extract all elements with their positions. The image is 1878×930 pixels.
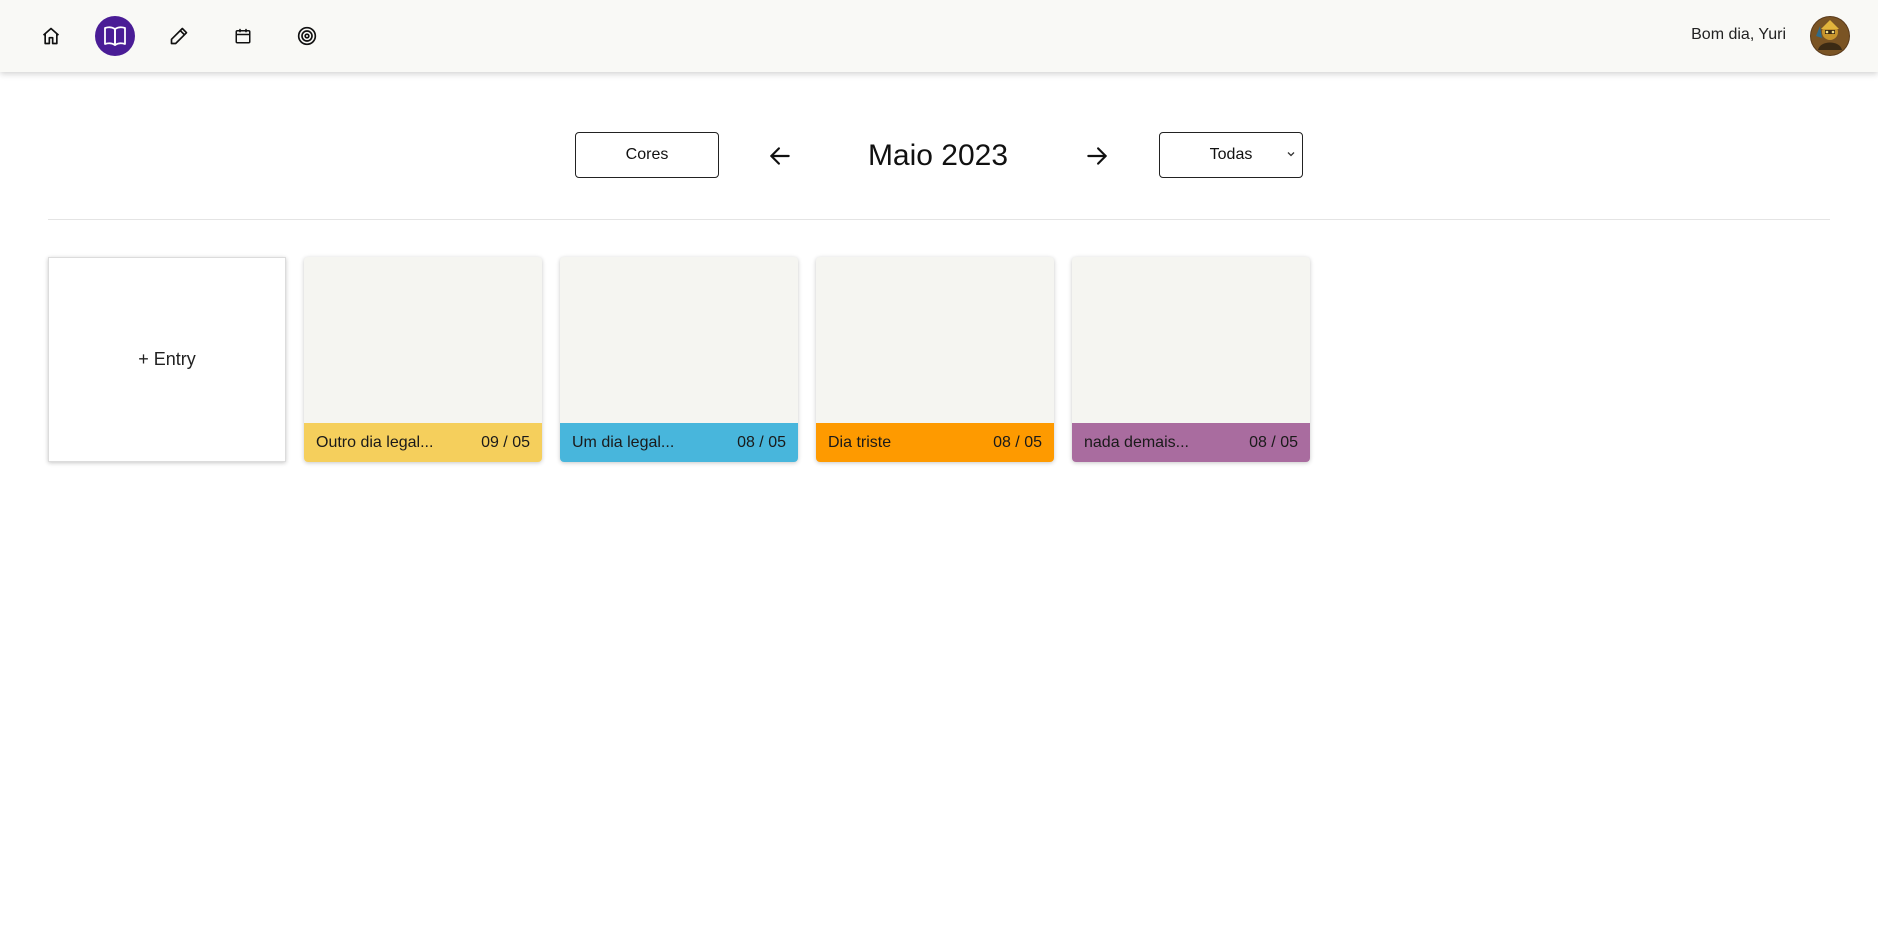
category-filter-value: Todas xyxy=(1209,146,1253,163)
previous-month-button[interactable] xyxy=(764,140,796,172)
entry-date: 08 / 05 xyxy=(1249,433,1298,451)
entry-card-footer: Um dia legal... 08 / 05 xyxy=(560,423,798,462)
entry-card[interactable]: nada demais... 08 / 05 xyxy=(1072,257,1310,462)
entry-card-footer: Outro dia legal... 09 / 05 xyxy=(304,423,542,462)
entry-card[interactable]: Dia triste 08 / 05 xyxy=(816,257,1054,462)
nav-calendar-button[interactable] xyxy=(223,16,263,56)
month-title: Maio 2023 xyxy=(867,139,1009,172)
entry-date: 08 / 05 xyxy=(993,433,1042,451)
month-controls: Cores Maio 2023 Todas xyxy=(0,132,1878,180)
arrow-right-icon xyxy=(1087,147,1107,165)
entry-title: Outro dia legal... xyxy=(316,433,434,451)
category-filter-select[interactable]: Todas xyxy=(1159,132,1303,178)
nav-home-button[interactable] xyxy=(31,16,71,56)
entry-date: 08 / 05 xyxy=(737,433,786,451)
entry-card[interactable]: Outro dia legal... 09 / 05 xyxy=(304,257,542,462)
top-navbar: Bom dia, Yuri xyxy=(0,0,1878,72)
next-month-button[interactable] xyxy=(1081,140,1113,172)
entry-title: Dia triste xyxy=(828,433,892,451)
entry-card-footer: nada demais... 08 / 05 xyxy=(1072,423,1310,462)
add-entry-label: + Entry xyxy=(138,349,196,369)
home-icon xyxy=(42,27,60,45)
section-divider xyxy=(48,219,1830,220)
nav-goals-button[interactable] xyxy=(287,16,327,56)
greeting-text: Bom dia, Yuri xyxy=(1691,26,1786,43)
entry-card[interactable]: Um dia legal... 08 / 05 xyxy=(560,257,798,462)
book-icon xyxy=(104,26,126,46)
entry-title: nada demais... xyxy=(1084,433,1189,451)
entry-title: Um dia legal... xyxy=(572,433,675,451)
nav-journal-button[interactable] xyxy=(95,16,135,56)
chevron-down-icon xyxy=(1287,152,1295,157)
colors-button[interactable]: Cores xyxy=(575,132,719,178)
arrow-left-icon xyxy=(770,147,790,165)
target-icon xyxy=(297,26,317,46)
pencil-icon xyxy=(170,27,188,45)
nav-write-button[interactable] xyxy=(159,16,199,56)
entry-card-footer: Dia triste 08 / 05 xyxy=(816,423,1054,462)
add-entry-card[interactable]: + Entry xyxy=(48,257,286,462)
calendar-icon xyxy=(235,28,251,44)
avatar[interactable] xyxy=(1810,16,1850,56)
entry-date: 09 / 05 xyxy=(481,433,530,451)
